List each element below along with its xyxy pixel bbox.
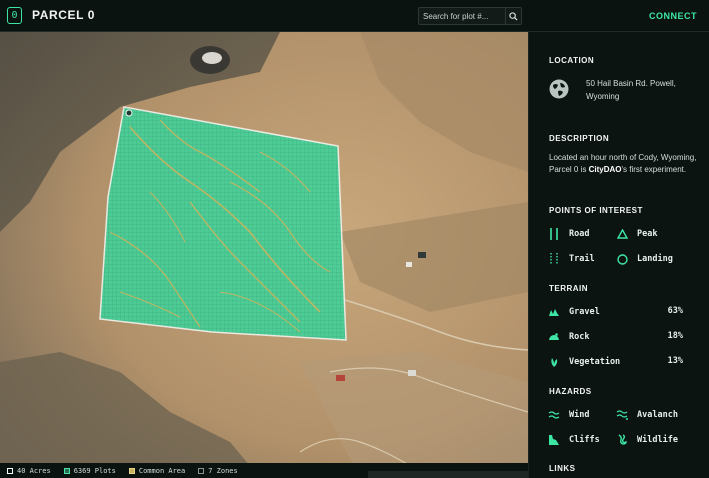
hazard-wind[interactable]: Wind [547, 408, 589, 422]
globe-icon [549, 79, 569, 99]
terrain-vegetation-label: Vegetation [569, 357, 621, 367]
hazard-avalanche-label: Avalanch [637, 410, 678, 420]
avalanche-icon [615, 408, 629, 422]
parcel-boundary[interactable] [99, 106, 347, 341]
map-legend: 40 Acres 6369 Plots Common Area 7 Zones [0, 463, 528, 478]
citydao-name: CityDAO [588, 165, 622, 174]
hazard-cliffs[interactable]: Cliffs [547, 433, 600, 447]
location-title: LOCATION [549, 56, 595, 65]
legend-acres-label: 40 Acres [17, 466, 51, 475]
poi-title: POINTS OF INTEREST [549, 206, 643, 215]
search-icon [509, 11, 518, 21]
terrain-rock-label: Rock [569, 332, 590, 342]
location-address: 50 Hail Basin Rd. Powell, Wyoming [586, 79, 676, 101]
hazards-title: HAZARDS [549, 387, 592, 396]
terrain-rock-pct: 18% [667, 331, 683, 341]
cliffs-icon [547, 433, 561, 447]
peak-icon [615, 227, 629, 241]
hazard-avalanche[interactable]: Avalanch [615, 408, 678, 422]
terrain-vegetation[interactable]: Vegetation [547, 355, 620, 369]
legend-plots[interactable]: 6369 Plots [63, 466, 116, 475]
terrain-rock[interactable]: Rock [547, 330, 589, 344]
hazard-wildlife-label: Wildlife [637, 435, 678, 445]
logo-glyph: 0 [11, 9, 18, 21]
poi-road-label: Road [569, 229, 590, 239]
rock-icon [547, 330, 561, 344]
terrain-vegetation-pct: 13% [667, 356, 683, 366]
building [408, 370, 416, 376]
legend-common-label: Common Area [138, 466, 186, 475]
poi-road[interactable]: Road [547, 227, 589, 241]
parcel-info-sidebar: LOCATION 50 Hail Basin Rd. Powell, Wyomi… [528, 32, 709, 478]
wind-icon [547, 408, 561, 422]
page-title: PARCEL 0 [32, 8, 96, 22]
footer-scroll-track [368, 471, 528, 478]
legend-zones[interactable]: 7 Zones [198, 467, 238, 475]
hazard-wind-label: Wind [569, 410, 590, 420]
poi-peak-label: Peak [637, 229, 658, 239]
common-area-swatch [128, 467, 135, 474]
vegetation-icon [547, 355, 561, 369]
landing-icon [615, 252, 629, 266]
poi-trail-label: Trail [569, 254, 595, 264]
description-text: Located an hour north of Cody, Wyoming, … [549, 152, 699, 176]
terrain-gravel-label: Gravel [569, 307, 600, 317]
description-title: DESCRIPTION [549, 134, 610, 143]
wildlife-icon [615, 433, 629, 447]
parcel-marker[interactable] [125, 109, 133, 117]
legend-plots-label: 6369 Plots [73, 466, 116, 475]
satellite-map[interactable] [0, 32, 528, 478]
terrain-gravel-pct: 63% [667, 306, 683, 316]
terrain-title: TERRAIN [549, 284, 589, 293]
plots-swatch [63, 467, 70, 474]
citydao-logo[interactable]: 0 [7, 7, 22, 24]
top-bar: 0 PARCEL 0 CONNECT [0, 0, 709, 32]
poi-peak[interactable]: Peak [615, 227, 657, 241]
legend-common-area[interactable]: Common Area [128, 466, 186, 475]
poi-trail[interactable]: Trail [547, 252, 595, 266]
trail-icon [547, 252, 561, 266]
legend-zones-label: 7 Zones [208, 466, 238, 475]
rock-outcrop-highlight [202, 52, 222, 64]
plot-search-input[interactable] [419, 8, 505, 24]
road-icon [547, 227, 561, 241]
zones-swatch [198, 467, 205, 474]
map-canvas[interactable] [0, 32, 528, 478]
building [406, 262, 412, 267]
terrain-gravel[interactable]: Gravel [547, 305, 600, 319]
search-button[interactable] [505, 8, 521, 24]
hazard-cliffs-label: Cliffs [569, 435, 600, 445]
poi-landing[interactable]: Landing [615, 252, 673, 266]
plot-search [418, 7, 522, 25]
building [418, 252, 426, 258]
connect-button[interactable]: CONNECT [642, 8, 704, 24]
gravel-icon [547, 305, 561, 319]
links-title: LINKS [549, 464, 576, 473]
legend-acres: 40 Acres [7, 467, 51, 475]
acres-swatch [7, 467, 13, 474]
description-text-part: 's first experiment. [621, 165, 687, 174]
building-red-roof [336, 375, 345, 381]
poi-landing-label: Landing [637, 254, 673, 264]
hazard-wildlife[interactable]: Wildlife [615, 433, 678, 447]
